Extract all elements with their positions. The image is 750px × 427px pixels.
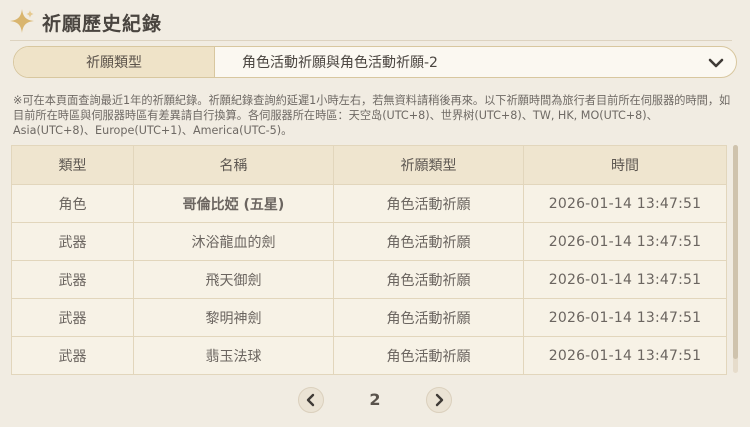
notice-text: ※可在本頁面查詢最近1年的祈願紀錄。祈願紀錄查詢約延遲1小時左右，若無資料請稍後… xyxy=(13,94,731,137)
sparkle-star-icon xyxy=(10,9,34,33)
pagination: 2 xyxy=(0,387,750,415)
cell-name: 黎明神劍 xyxy=(133,298,334,337)
cell-banner: 角色活動祈願 xyxy=(333,184,524,223)
cell-time: 2026-01-14 13:47:51 xyxy=(523,298,727,337)
cell-name: 飛天御劍 xyxy=(133,260,334,299)
column-header-type: 類型 xyxy=(11,145,134,185)
page-title: 祈願歷史紀錄 xyxy=(42,13,163,35)
cell-time: 2026-01-14 13:47:51 xyxy=(523,222,727,261)
cell-banner: 角色活動祈願 xyxy=(333,222,524,261)
table-row: 武器 飛天御劍 角色活動祈願 2026-01-14 13:47:51 xyxy=(11,260,727,299)
cell-name: 沐浴龍血的劍 xyxy=(133,222,334,261)
header: 祈願歷史紀錄 xyxy=(0,0,750,44)
column-header-banner: 祈願類型 xyxy=(333,145,524,185)
column-header-name: 名稱 xyxy=(133,145,334,185)
banner-type-dropdown[interactable]: 祈願類型 角色活動祈願與角色活動祈願-2 xyxy=(13,46,737,78)
chevron-down-icon[interactable] xyxy=(706,53,726,73)
chevron-right-icon xyxy=(435,393,444,407)
table-row: 角色 哥倫比婭 (五星) 角色活動祈願 2026-01-14 13:47:51 xyxy=(11,184,727,223)
table-row: 武器 翡玉法球 角色活動祈願 2026-01-14 13:47:51 xyxy=(11,336,727,375)
cell-banner: 角色活動祈願 xyxy=(333,336,524,375)
table-row: 武器 沐浴龍血的劍 角色活動祈願 2026-01-14 13:47:51 xyxy=(11,222,727,261)
filter-label: 祈願類型 xyxy=(14,47,215,77)
cell-banner: 角色活動祈願 xyxy=(333,260,524,299)
cell-type: 武器 xyxy=(11,260,134,299)
table-row: 武器 黎明神劍 角色活動祈願 2026-01-14 13:47:51 xyxy=(11,298,727,337)
filter-selected-value[interactable]: 角色活動祈願與角色活動祈願-2 xyxy=(242,47,438,77)
header-divider xyxy=(10,40,732,41)
cell-banner: 角色活動祈願 xyxy=(333,298,524,337)
cell-name: 翡玉法球 xyxy=(133,336,334,375)
cell-type: 武器 xyxy=(11,222,134,261)
cell-time: 2026-01-14 13:47:51 xyxy=(523,336,727,375)
column-header-time: 時間 xyxy=(523,145,727,185)
current-page-number: 2 xyxy=(369,390,381,409)
scrollbar-thumb[interactable] xyxy=(733,145,738,359)
cell-time: 2026-01-14 13:47:51 xyxy=(523,184,727,223)
cell-name: 哥倫比婭 (五星) xyxy=(133,184,334,223)
table-header-row: 類型 名稱 祈願類型 時間 xyxy=(11,145,727,185)
next-page-button[interactable] xyxy=(426,387,452,413)
chevron-left-icon xyxy=(306,393,315,407)
prev-page-button[interactable] xyxy=(298,387,324,413)
cell-time: 2026-01-14 13:47:51 xyxy=(523,260,727,299)
wish-history-table: 類型 名稱 祈願類型 時間 角色 哥倫比婭 (五星) 角色活動祈願 2026-0… xyxy=(11,145,727,375)
cell-type: 武器 xyxy=(11,336,134,375)
cell-type: 角色 xyxy=(11,184,134,223)
cell-type: 武器 xyxy=(11,298,134,337)
